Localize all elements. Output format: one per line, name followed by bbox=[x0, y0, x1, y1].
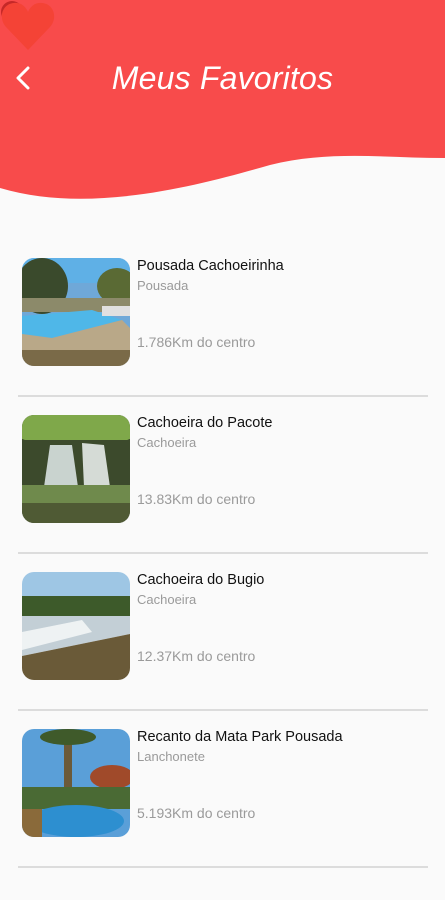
item-category: Pousada bbox=[137, 278, 189, 293]
header-wave-background bbox=[0, 0, 445, 199]
page-title: Meus Favoritos bbox=[111, 60, 334, 96]
item-name: Cachoeira do Bugio bbox=[137, 572, 265, 588]
item-category: Cachoeira bbox=[137, 435, 197, 450]
item-distance: 13.83Km do centro bbox=[137, 491, 256, 507]
item-category: Cachoeira bbox=[137, 592, 197, 607]
item-name: Cachoeira do Pacote bbox=[137, 415, 273, 431]
pool-photo bbox=[22, 258, 130, 366]
favorites-list: Pousada Cachoeirinha Pousada 1.786Km do … bbox=[18, 240, 428, 868]
list-item[interactable]: Recanto da Mata Park Pousada Lanchonete … bbox=[18, 711, 428, 868]
list-item[interactable]: Cachoeira do Pacote Cachoeira 13.83Km do… bbox=[18, 397, 428, 554]
heart-icon[interactable] bbox=[0, 0, 56, 52]
item-distance: 5.193Km do centro bbox=[137, 805, 256, 821]
waterfall-photo bbox=[22, 415, 130, 523]
item-distance: 1.786Km do centro bbox=[137, 334, 256, 350]
resort-photo bbox=[22, 729, 130, 837]
list-item[interactable]: Cachoeira do Bugio Cachoeira 12.37Km do … bbox=[18, 554, 428, 711]
item-name: Pousada Cachoeirinha bbox=[137, 258, 284, 274]
item-distance: 12.37Km do centro bbox=[137, 648, 256, 664]
cascade-photo bbox=[22, 572, 130, 680]
list-item[interactable]: Pousada Cachoeirinha Pousada 1.786Km do … bbox=[18, 240, 428, 397]
app-header: x Meus Favoritos bbox=[0, 0, 445, 215]
item-category: Lanchonete bbox=[137, 749, 205, 764]
item-name: Recanto da Mata Park Pousada bbox=[137, 729, 343, 745]
